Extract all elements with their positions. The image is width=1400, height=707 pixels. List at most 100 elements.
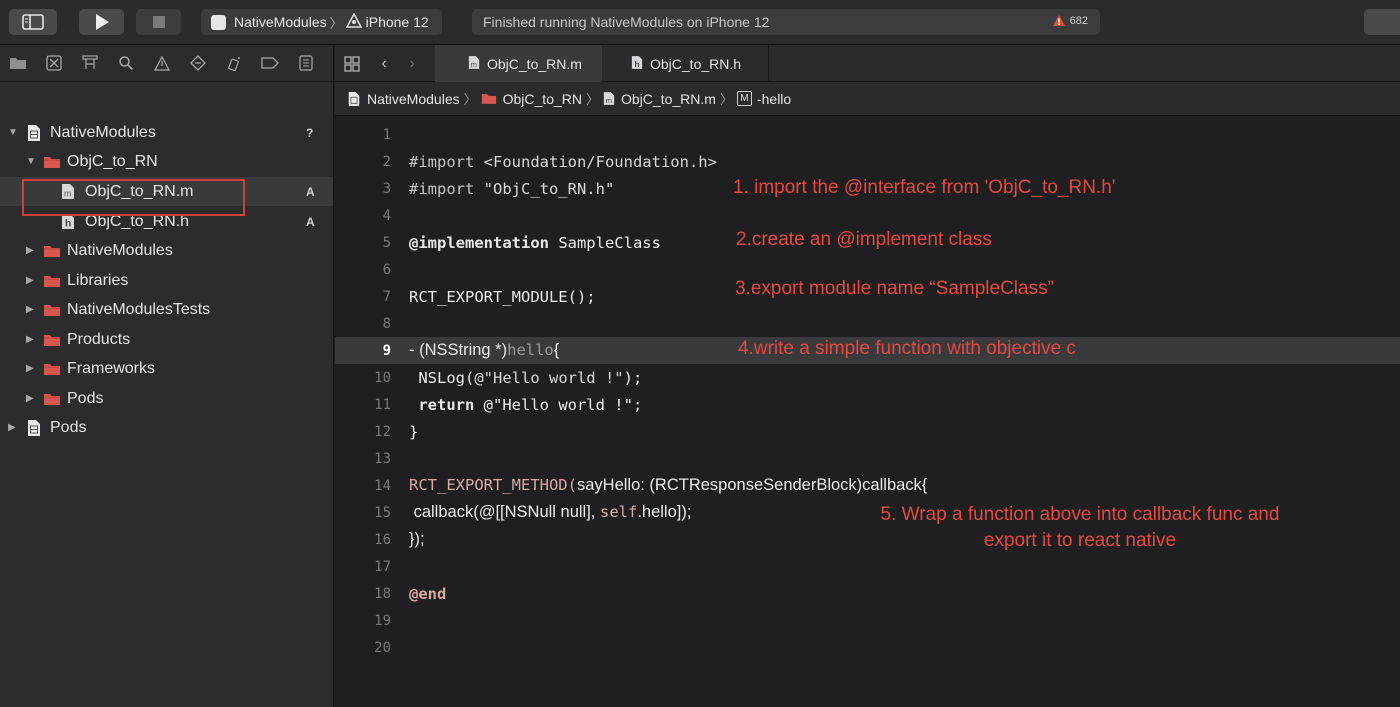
tree-item-file-objc-to-rn-m[interactable]: m ObjC_to_RN.m A <box>0 177 333 206</box>
search-icon <box>119 56 134 71</box>
code-line: 2 #import <Foundation/Foundation.h> <box>335 148 1400 175</box>
tab-label: ObjC_to_RN.m <box>487 55 582 72</box>
issue-navigator-tab[interactable] <box>144 45 180 82</box>
tab-objc-to-rn-h[interactable]: h ObjC_to_RN.h <box>602 45 769 82</box>
breadcrumb-label: ObjC_to_RN <box>502 90 582 107</box>
find-navigator-tab[interactable] <box>108 45 144 82</box>
tree-item-file-objc-to-rn-h[interactable]: h ObjC_to_RN.h A <box>0 207 333 236</box>
library-button[interactable] <box>1364 9 1400 35</box>
tree-item-project-pods[interactable]: ▶ Pods <box>0 413 333 442</box>
code-line: 10 NSLog(@"Hello world !"); <box>335 364 1400 391</box>
tree-item-folder-objc-to-rn[interactable]: ▼ ObjC_to_RN <box>0 147 333 176</box>
disclosure-closed-icon[interactable]: ▶ <box>8 422 16 433</box>
line-number: 10 <box>374 369 391 386</box>
code-text: @end <box>409 584 447 603</box>
chevron-left-icon: ‹ <box>381 54 387 72</box>
warning-triangle-icon <box>154 55 170 71</box>
annotation-step-2: 2.create an @implement class <box>736 229 992 250</box>
xcode-project-icon <box>26 419 42 442</box>
spray-can-icon <box>228 57 240 71</box>
chevron-right-icon: 〉 <box>719 92 733 107</box>
code-text: } <box>409 422 419 441</box>
code-line: 11 return @"Hello world !"; <box>335 391 1400 418</box>
tree-item-folder-products[interactable]: ▶ Products <box>0 325 333 354</box>
code-area[interactable]: 1 2 #import <Foundation/Foundation.h> 3 … <box>335 116 1400 707</box>
folder-icon <box>43 244 61 263</box>
chevron-right-icon: 〉 <box>463 92 477 107</box>
breadcrumb-project[interactable]: NativeModules <box>347 91 460 107</box>
line-number: 7 <box>382 288 391 305</box>
disclosure-closed-icon[interactable]: ▶ <box>26 393 34 404</box>
tree-item-label: NativeModules <box>50 123 156 141</box>
svg-text:h: h <box>634 58 639 68</box>
back-button[interactable]: ‹ <box>371 45 397 82</box>
method-icon: M <box>736 91 752 106</box>
line-number: 6 <box>382 261 391 278</box>
breadcrumb-file[interactable]: m ObjC_to_RN.m <box>603 91 716 107</box>
tree-item-project-nativemodules[interactable]: ▼ NativeModules ? <box>0 118 333 147</box>
disclosure-closed-icon[interactable]: ▶ <box>26 245 34 256</box>
disclosure-open-icon[interactable]: ▼ <box>26 156 36 167</box>
code-line: 12 } <box>335 418 1400 445</box>
source-control-navigator-tab[interactable] <box>36 45 72 82</box>
jump-bar: NativeModules 〉 ObjC_to_RN 〉 m ObjC_to_R… <box>335 82 1400 116</box>
run-button[interactable] <box>79 9 124 35</box>
code-text: @implementation SampleClass <box>409 233 661 252</box>
code-line: 14 RCT_EXPORT_METHOD(sayHello: (RCTRespo… <box>335 472 1400 499</box>
tab-objc-to-rn-m[interactable]: m ObjC_to_RN.m <box>435 45 602 82</box>
code-line: 19 <box>335 607 1400 634</box>
line-number: 12 <box>374 423 391 440</box>
breakpoint-navigator-tab[interactable] <box>252 45 288 82</box>
chevron-right-icon: › <box>409 54 415 72</box>
disclosure-closed-icon[interactable]: ▶ <box>26 304 34 315</box>
disclosure-closed-icon[interactable]: ▶ <box>26 363 34 374</box>
stop-icon <box>152 16 165 28</box>
tree-item-folder-nativemodulestests[interactable]: ▶ NativeModulesTests <box>0 295 333 324</box>
tree-item-folder-nativemodules[interactable]: ▶ NativeModules <box>0 236 333 265</box>
objc-source-file-icon: m <box>603 92 615 105</box>
folder-icon <box>10 58 26 69</box>
tree-item-folder-pods[interactable]: ▶ Pods <box>0 384 333 413</box>
line-number: 9 <box>382 342 391 359</box>
toggle-navigator-button[interactable] <box>9 9 57 35</box>
folder-icon <box>481 94 496 104</box>
tree-item-folder-libraries[interactable]: ▶ Libraries <box>0 266 333 295</box>
code-text: RCT_EXPORT_MODULE(); <box>409 287 596 306</box>
test-navigator-tab[interactable] <box>180 45 216 82</box>
sidebar-icon <box>22 14 44 30</box>
breadcrumb-label: NativeModules <box>367 90 460 107</box>
related-items-button[interactable] <box>335 45 369 82</box>
code-text: }); <box>409 530 425 548</box>
code-line: 17 <box>335 553 1400 580</box>
disclosure-closed-icon[interactable]: ▶ <box>26 275 34 286</box>
svg-text:m: m <box>471 59 477 68</box>
warnings-indicator[interactable]: 682 <box>1052 14 1088 27</box>
line-number: 2 <box>382 153 391 170</box>
forward-button[interactable]: › <box>399 45 425 82</box>
objc-source-file-icon: m <box>468 55 480 73</box>
line-number: 17 <box>374 558 391 575</box>
scheme-selector[interactable]: NativeModules 〉 iPhone 12 <box>201 9 442 35</box>
scm-status-badge: ? <box>306 125 314 140</box>
warning-count: 682 <box>1069 14 1088 27</box>
project-navigator: ▼ NativeModules ? ▼ ObjC_to_RN m ObjC_to… <box>0 45 334 707</box>
symbol-navigator-tab[interactable] <box>72 45 108 82</box>
folder-icon <box>43 155 61 174</box>
tree-item-folder-frameworks[interactable]: ▶ Frameworks <box>0 354 333 383</box>
stop-button[interactable] <box>136 9 181 35</box>
folder-icon <box>43 274 61 293</box>
breadcrumb-method[interactable]: M -hello <box>736 91 791 107</box>
code-text: #import <Foundation/Foundation.h> <box>409 152 717 171</box>
disclosure-closed-icon[interactable]: ▶ <box>26 334 34 345</box>
disclosure-open-icon[interactable]: ▼ <box>8 127 18 138</box>
device-name: iPhone 12 <box>365 14 429 30</box>
breadcrumb-folder[interactable]: ObjC_to_RN <box>481 91 582 107</box>
debug-navigator-tab[interactable] <box>216 45 252 82</box>
code-text: #import "ObjC_to_RN.h" <box>409 179 615 198</box>
navigator-selector-bar <box>0 45 333 82</box>
line-number: 3 <box>382 180 391 197</box>
code-line: 1 <box>335 121 1400 148</box>
activity-status: Finished running NativeModules on iPhone… <box>483 14 770 30</box>
report-navigator-tab[interactable] <box>288 45 324 82</box>
project-navigator-tab[interactable] <box>0 45 36 82</box>
